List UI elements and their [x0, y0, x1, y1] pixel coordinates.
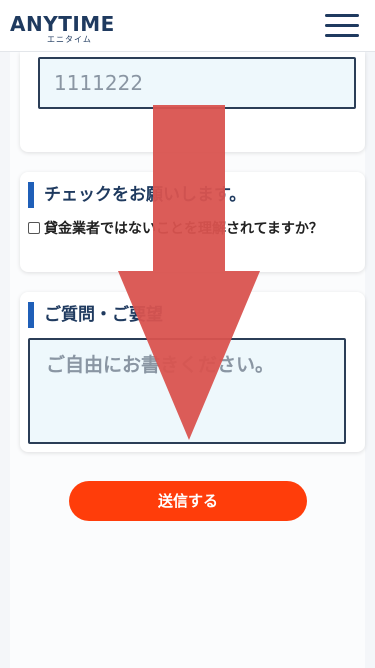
logo-text: ANYTIME [10, 12, 115, 36]
menu-line [325, 14, 359, 17]
site-header: ANYTIME エニタイム [0, 0, 375, 52]
down-arrow-icon [118, 105, 260, 440]
phone-input[interactable]: 1111222 [38, 57, 356, 109]
hamburger-menu-icon[interactable] [325, 14, 359, 38]
not-lender-checkbox[interactable] [28, 222, 40, 234]
logo[interactable]: ANYTIME エニタイム [10, 13, 115, 44]
logo-subtext: エニタイム [47, 35, 92, 44]
arrow-shape [118, 105, 260, 440]
menu-line [325, 34, 359, 37]
menu-line [325, 24, 359, 27]
submit-button[interactable]: 送信する [69, 481, 307, 521]
page: ANYTIME エニタイム 1111222 チェックをお願いします。 貸金業者で… [0, 0, 375, 668]
